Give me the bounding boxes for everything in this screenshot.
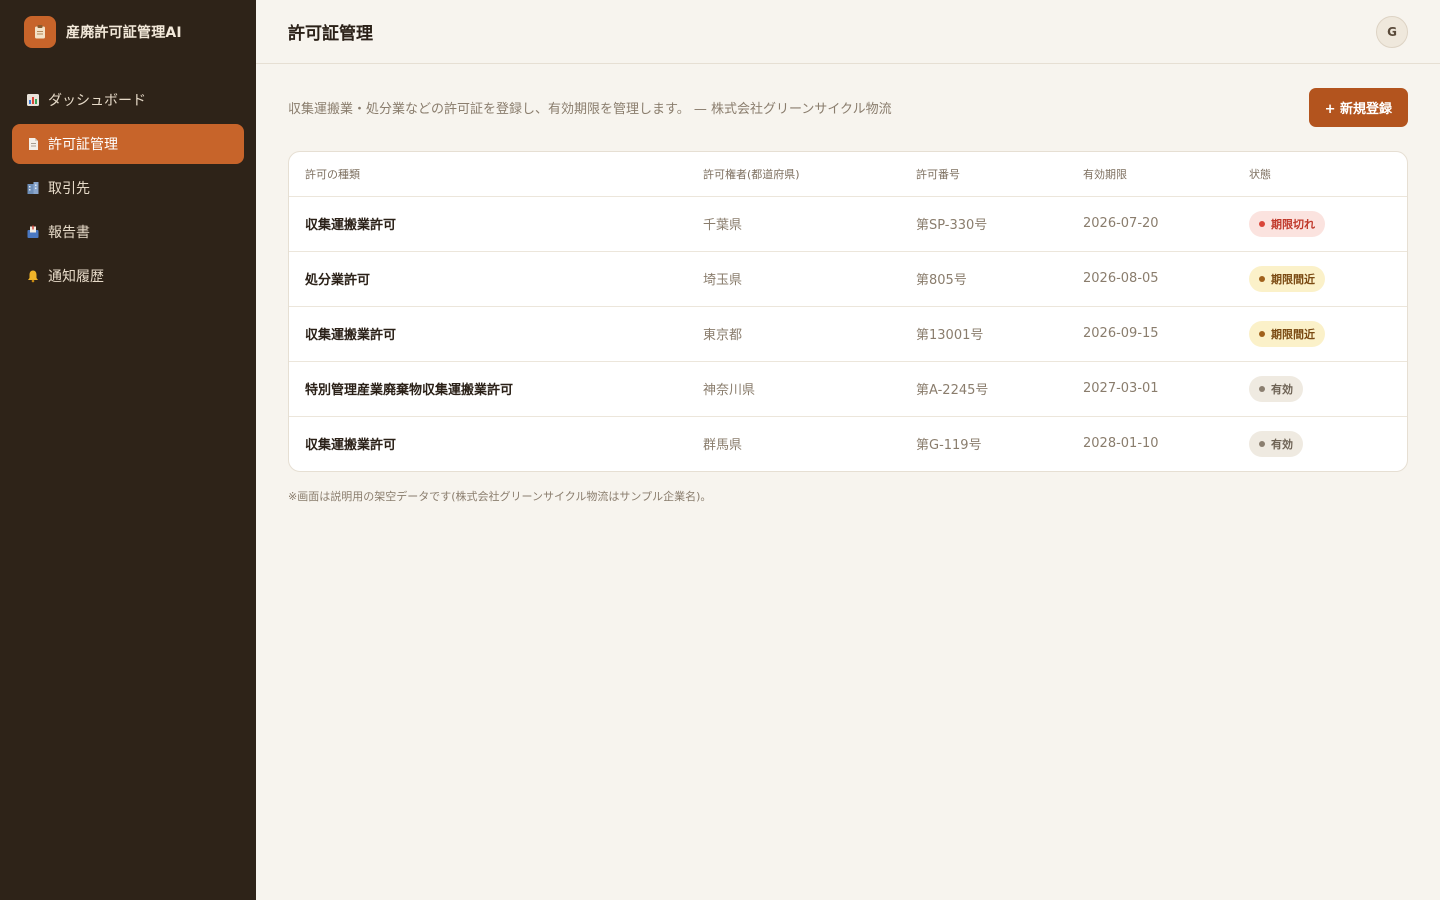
permit-authority: 群馬県 <box>703 438 743 454</box>
permit-number: 第A-2245号 <box>900 361 1067 417</box>
bell-icon <box>26 269 40 283</box>
permit-number: 第G-119号 <box>916 438 982 454</box>
status-badge: 有効 <box>1249 430 1303 457</box>
column-header-number[interactable]: 許可番号 <box>900 152 1067 197</box>
status-label: 有効 <box>1271 437 1293 451</box>
permit-type: 収集運搬業許可 <box>289 306 687 362</box>
permit-authority: 千葉県 <box>687 196 900 252</box>
status-label: 期限切れ <box>1271 217 1315 231</box>
permit-status-cell: 有効 <box>1233 416 1407 471</box>
status-dot-icon <box>1259 330 1265 337</box>
status-dot-icon <box>1259 275 1265 282</box>
permit-status-cell: 期限間近 <box>1233 306 1407 362</box>
permits-table-card: 許可の種類 許可権者(都道府県) 許可番号 有効期限 状態 収集運搬業許可 千葉… <box>288 151 1408 472</box>
permit-type: 処分業許可 <box>289 251 687 307</box>
topbar: 許可証管理 G <box>256 0 1440 64</box>
permit-number: 第SP-330号 <box>900 196 1067 252</box>
page-description: 収集運搬業・処分業などの許可証を登録し、有効期限を管理します。 — 株式会社グリ… <box>288 102 892 117</box>
sidebar-item-label: 報告書 <box>48 225 90 241</box>
sidebar: 産廃許可証管理AI ダッシュボード 許可証管理 取引先 報告書 通知履歴 <box>0 0 256 900</box>
sidebar-item-reports[interactable]: 報告書 <box>12 212 244 252</box>
table-row[interactable]: 収集運搬業許可 東京都 第13001号 2026-09-15 期限間近 <box>289 306 1407 362</box>
sidebar-item-notifications[interactable]: 通知履歴 <box>12 256 244 296</box>
table-row[interactable]: 収集運搬業許可 千葉県 第SP-330号 2026-07-20 期限切れ <box>289 196 1407 252</box>
permit-authority: 神奈川県 <box>687 361 900 417</box>
new-register-button[interactable]: + 新規登録 <box>1308 88 1408 127</box>
status-badge: 有効 <box>1249 375 1303 402</box>
permit-expiry: 2028-01-10 <box>1083 436 1159 452</box>
permit-status-cell: 期限切れ <box>1233 196 1407 252</box>
column-header-expiry[interactable]: 有効期限 <box>1067 152 1233 197</box>
sidebar-item-label: 取引先 <box>48 181 90 197</box>
permit-status-cell: 期限間近 <box>1233 251 1407 307</box>
main-area: 許可証管理 G 収集運搬業・処分業などの許可証を登録し、有効期限を管理します。 … <box>256 0 1440 900</box>
permit-expiry: 2026-07-20 <box>1067 196 1233 252</box>
status-badge: 期限間近 <box>1249 265 1325 292</box>
clipboard-icon <box>24 16 56 48</box>
table-row[interactable]: 収集運搬業許可 群馬県 第G-119号 2028-01-10 有効 <box>289 416 1407 471</box>
bar-chart-icon <box>26 93 40 107</box>
avatar[interactable]: G <box>1376 15 1408 48</box>
page-title: 許可証管理 <box>288 24 373 44</box>
permits-table: 許可の種類 許可権者(都道府県) 許可番号 有効期限 状態 収集運搬業許可 千葉… <box>289 152 1407 471</box>
permit-authority: 東京都 <box>687 306 900 362</box>
status-label: 期限間近 <box>1271 327 1315 341</box>
intro-row: 収集運搬業・処分業などの許可証を登録し、有効期限を管理します。 — 株式会社グリ… <box>288 88 1408 127</box>
permit-type: 収集運搬業許可 <box>305 438 397 454</box>
status-badge: 期限間近 <box>1249 320 1325 347</box>
table-row[interactable]: 特別管理産業廃棄物収集運搬業許可 神奈川県 第A-2245号 2027-03-0… <box>289 361 1407 417</box>
status-dot-icon <box>1259 220 1265 227</box>
document-icon <box>26 137 40 151</box>
sidebar-item-partners[interactable]: 取引先 <box>12 168 244 208</box>
content: 収集運搬業・処分業などの許可証を登録し、有効期限を管理します。 — 株式会社グリ… <box>256 64 1440 528</box>
permit-type: 特別管理産業廃棄物収集運搬業許可 <box>289 361 687 417</box>
column-header-type[interactable]: 許可の種類 <box>289 152 687 197</box>
table-row[interactable]: 処分業許可 埼玉県 第805号 2026-08-05 期限間近 <box>289 251 1407 307</box>
status-label: 期限間近 <box>1271 272 1315 286</box>
permit-expiry: 2026-09-15 <box>1067 306 1233 362</box>
status-dot-icon <box>1259 440 1265 447</box>
inbox-icon <box>26 225 40 239</box>
permit-number: 第805号 <box>900 251 1067 307</box>
sidebar-item-label: 通知履歴 <box>48 269 104 285</box>
sidebar-item-dashboard[interactable]: ダッシュボード <box>12 80 244 120</box>
footnote: ※画面は説明用の架空データです(株式会社グリーンサイクル物流はサンプル企業名)。 <box>288 490 712 503</box>
permit-number: 第13001号 <box>900 306 1067 362</box>
brand: 産廃許可証管理AI <box>0 0 256 64</box>
sidebar-nav: ダッシュボード 許可証管理 取引先 報告書 通知履歴 <box>0 64 256 296</box>
app-title: 産廃許可証管理AI <box>66 25 182 41</box>
permit-expiry: 2026-08-05 <box>1067 251 1233 307</box>
sidebar-item-label: ダッシュボード <box>48 93 146 109</box>
column-header-status[interactable]: 状態 <box>1233 152 1407 197</box>
permit-authority: 埼玉県 <box>687 251 900 307</box>
permit-expiry: 2027-03-01 <box>1067 361 1233 417</box>
permit-status-cell: 有効 <box>1233 361 1407 417</box>
status-dot-icon <box>1259 385 1265 392</box>
permit-type: 収集運搬業許可 <box>289 196 687 252</box>
sidebar-item-label: 許可証管理 <box>48 137 118 153</box>
sidebar-item-permits[interactable]: 許可証管理 <box>12 124 244 164</box>
building-icon <box>26 181 40 195</box>
status-badge: 期限切れ <box>1249 210 1325 237</box>
column-header-authority[interactable]: 許可権者(都道府県) <box>687 152 900 197</box>
table-header-row: 許可の種類 許可権者(都道府県) 許可番号 有効期限 状態 <box>289 152 1407 197</box>
status-label: 有効 <box>1271 382 1293 396</box>
